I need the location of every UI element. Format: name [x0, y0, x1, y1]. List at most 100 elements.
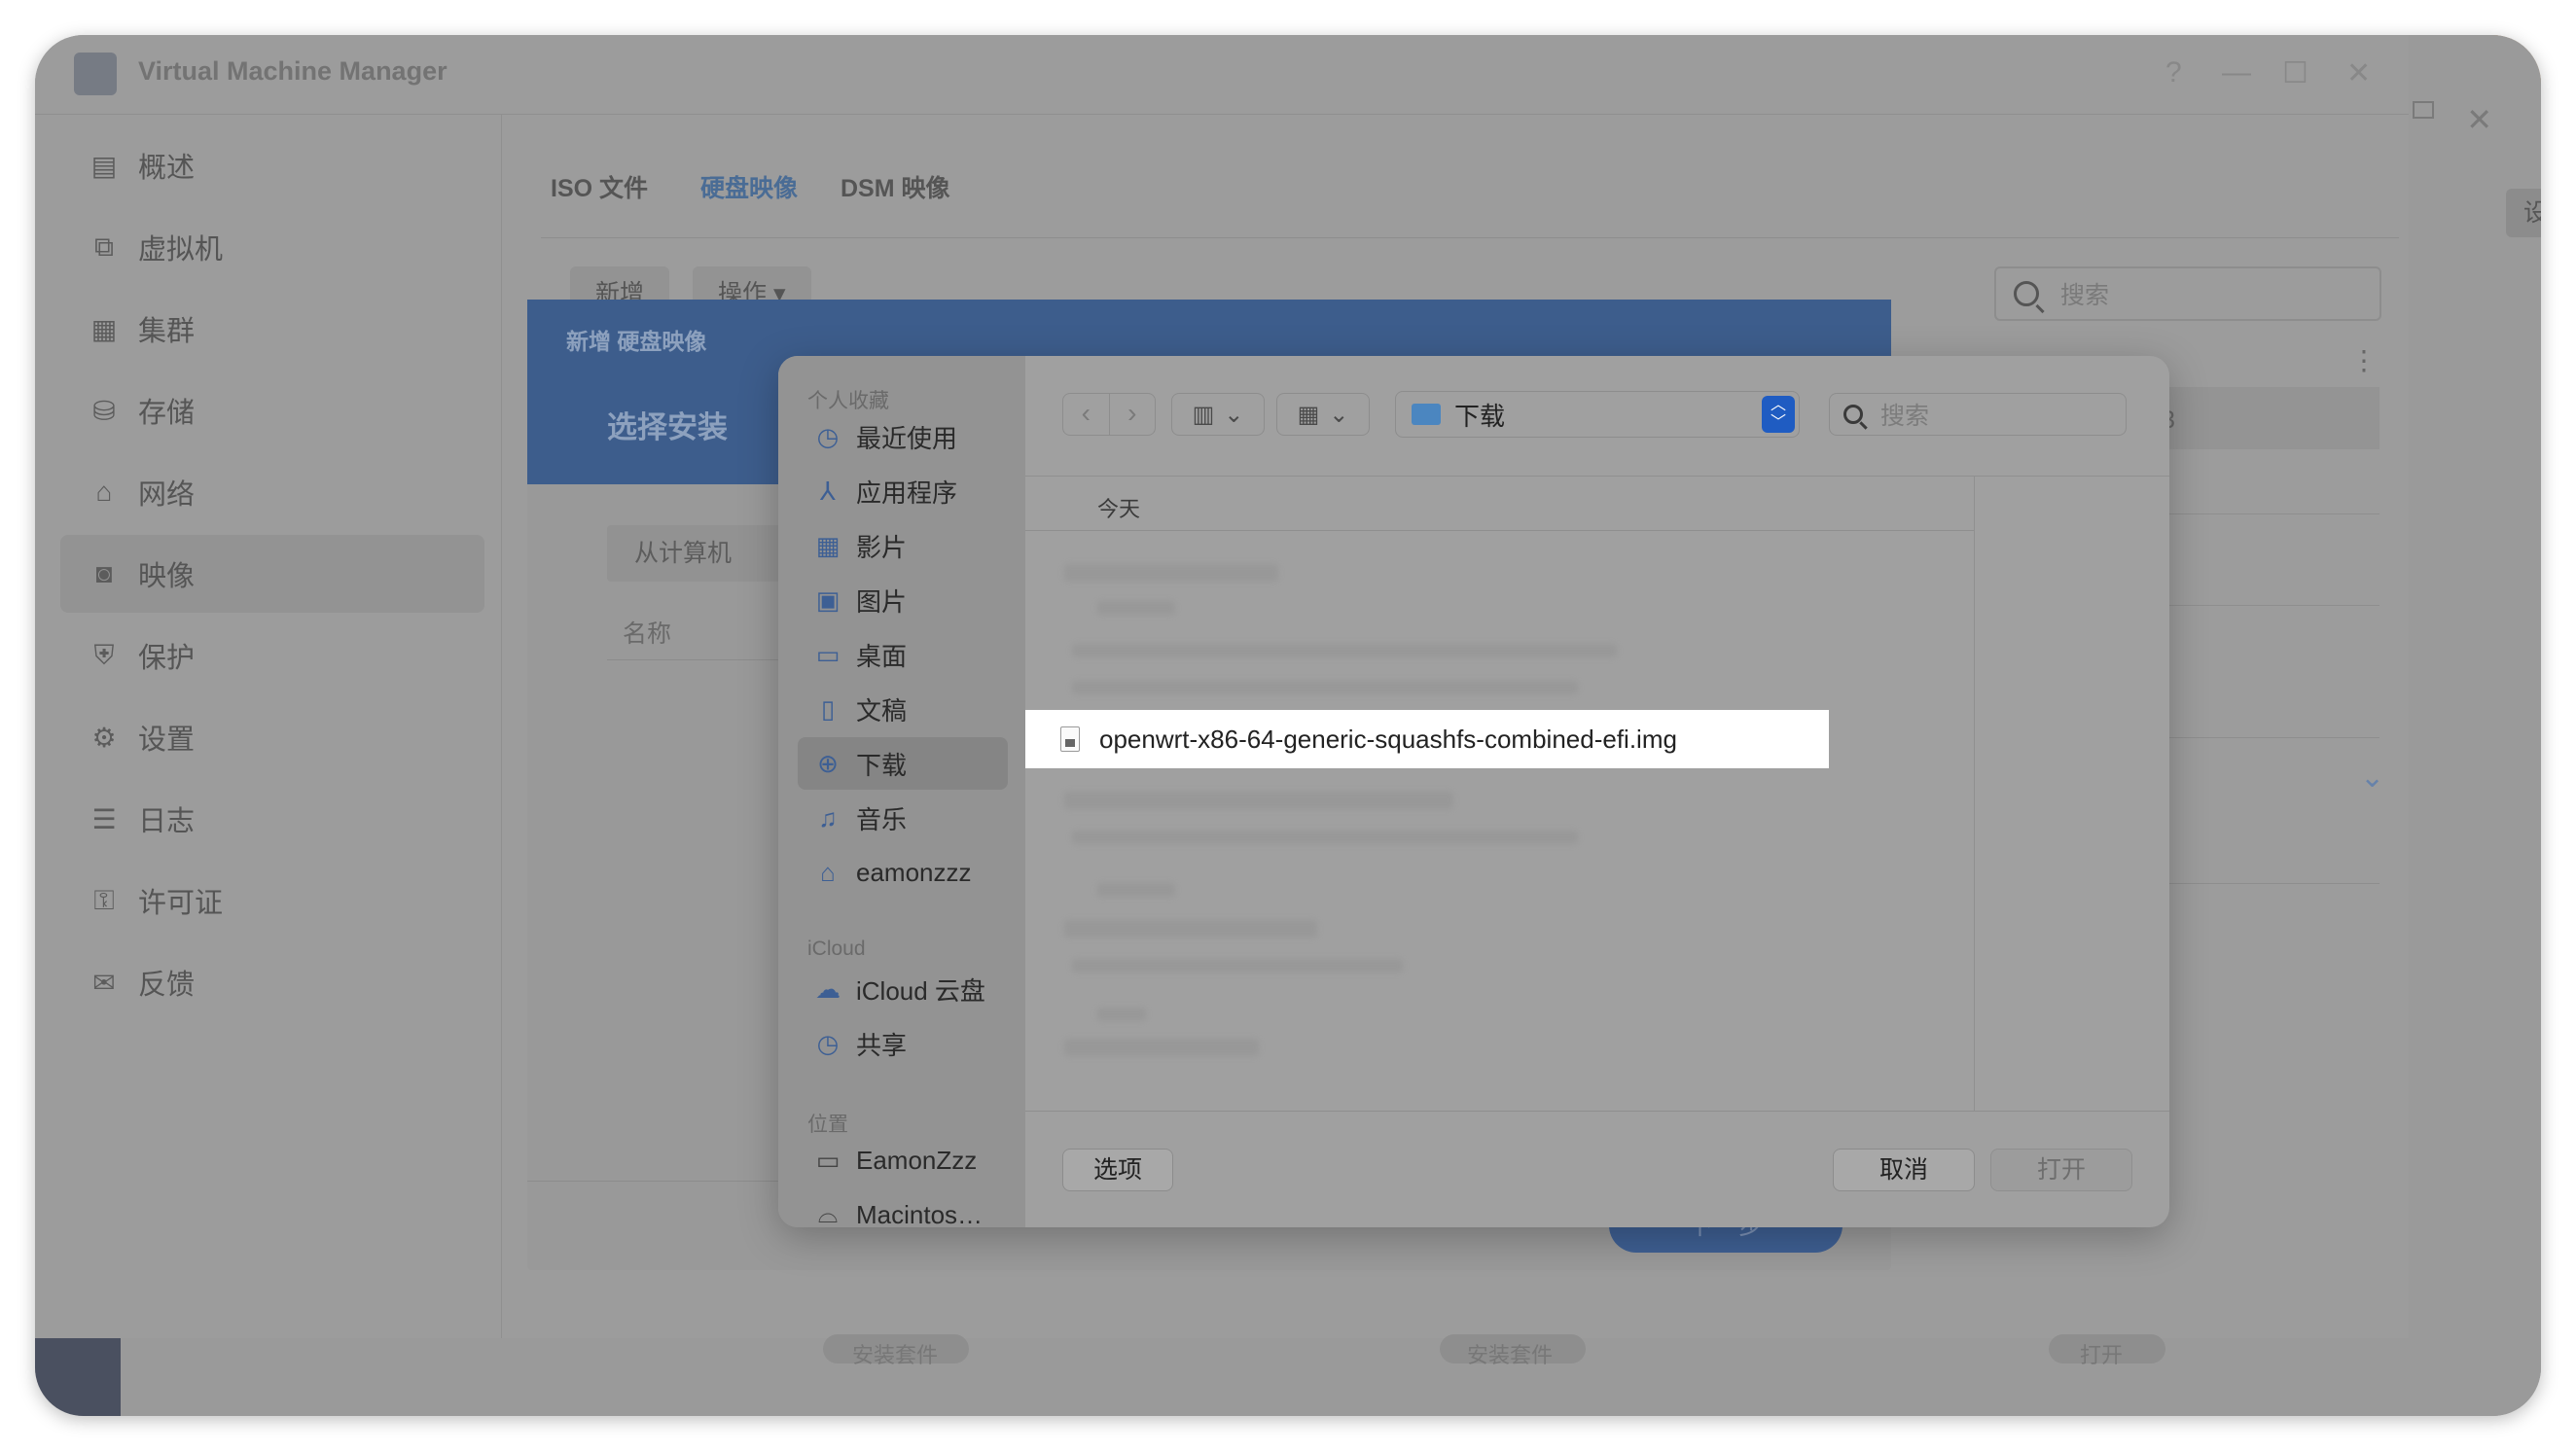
sidebar-item-computer[interactable]: ▭ EamonZzz [798, 1134, 1008, 1186]
options-button[interactable]: 选项 [1062, 1149, 1173, 1191]
name-label: 名称 [623, 620, 672, 648]
tab-iso[interactable]: ISO 文件 [551, 169, 648, 204]
sidebar-item-overview[interactable]: ▤ 概述 [60, 126, 484, 204]
sidebar-item-label: 图片 [856, 586, 908, 617]
list-item[interactable] [1064, 920, 1317, 938]
sidebar-item-cluster[interactable]: ▦ 集群 [60, 290, 484, 368]
group-view-button[interactable]: ▦ ⌄ [1276, 393, 1370, 436]
download-icon: ⊕ [817, 748, 839, 778]
list-item[interactable] [1064, 1039, 1259, 1056]
list-item-meta [1072, 831, 1578, 844]
sidebar-item-vm[interactable]: ⧉ 虚拟机 [60, 208, 484, 286]
location-popup[interactable]: 下载 ︿ ﹀ [1395, 391, 1800, 438]
dock-fragment [35, 1338, 121, 1416]
sidebar-item-icloud-drive[interactable]: ☁ iCloud 云盘 [798, 963, 1008, 1015]
maximize-icon[interactable] [2413, 101, 2434, 119]
columns-icon: ▥ [1192, 401, 1215, 428]
vm-icon: ⧉ [94, 230, 114, 262]
sidebar-item-label: 反馈 [138, 970, 196, 1001]
search-input[interactable]: 搜索 [1994, 266, 2381, 321]
list-item[interactable] [1064, 564, 1278, 582]
sidebar-item-label: 应用程序 [856, 478, 958, 508]
sidebar-item-downloads[interactable]: ⊕ 下载 [798, 737, 1008, 790]
sidebar-item-shared[interactable]: ◷ 共享 [798, 1017, 1008, 1070]
sidebar-item-music[interactable]: ♫ 音乐 [798, 792, 1008, 844]
sidebar-item-movies[interactable]: ▦ 影片 [798, 519, 1008, 572]
sidebar-item-home[interactable]: ⌂ eamonzzz [798, 846, 1008, 899]
sidebar-item-label: 保护 [138, 643, 196, 674]
sidebar-item-pictures[interactable]: ▣ 图片 [798, 574, 1008, 626]
group-header-label: 今天 [1097, 497, 1141, 521]
sidebar-item-label: eamonzzz [856, 857, 972, 887]
group-header: 今天 [1025, 477, 1974, 531]
panel-footer: 选项 取消 打开 [1025, 1111, 2169, 1227]
back-icon[interactable]: ‹ [1063, 394, 1110, 435]
storage-icon: ⛁ [92, 395, 116, 426]
sidebar-item-label: 共享 [856, 1030, 908, 1060]
column-view-button[interactable]: ▥ ⌄ [1171, 393, 1265, 436]
more-icon[interactable]: ⋮ [2350, 344, 2378, 376]
tab-dsm-image[interactable]: DSM 映像 [841, 169, 950, 204]
sidebar-item-storage[interactable]: ⛁ 存储 [60, 372, 484, 449]
maximize-icon[interactable]: ☐ [2282, 56, 2308, 90]
sidebar-item-recents[interactable]: ◷ 最近使用 [798, 410, 1008, 463]
sidebar-item-label: 设置 [138, 725, 196, 756]
image-icon: ◙ [95, 558, 113, 588]
cluster-icon: ▦ [90, 313, 118, 344]
cancel-button[interactable]: 取消 [1833, 1149, 1975, 1191]
tab-divider [541, 237, 2399, 238]
ghost-text: 打开 [2080, 1343, 2124, 1367]
sidebar-item-label: EamonZzz [856, 1145, 978, 1175]
sidebar-item-documents[interactable]: ▯ 文稿 [798, 683, 1008, 735]
vmm-window: Virtual Machine Manager ? — ☐ ✕ ▤ 概述 ⧉ 虚… [35, 35, 2409, 1367]
sidebar-item-license[interactable]: ⚿ 许可证 [60, 862, 484, 939]
sidebar-item-label: 存储 [138, 398, 196, 429]
wizard-title: 选择安装 [607, 410, 728, 444]
sidebar-item-label: 下载 [856, 750, 908, 780]
settings-button[interactable]: 设置 [2506, 189, 2541, 237]
close-icon[interactable]: ✕ [2466, 101, 2492, 138]
sidebar-item-label: Macintos… [856, 1199, 984, 1228]
folder-icon [1412, 404, 1441, 425]
open-button[interactable]: 打开 [1990, 1149, 2132, 1191]
document-icon: ▯ [820, 693, 836, 724]
sidebar-item-disk[interactable]: ⌓ Macintos… [798, 1188, 1008, 1227]
sidebar-item-label: 映像 [138, 561, 196, 592]
selected-file-row[interactable]: openwrt-x86-64-generic-squashfs-combined… [1025, 710, 1829, 768]
minimize-icon[interactable]: — [2222, 56, 2251, 89]
sidebar-item-applications[interactable]: ⅄ 应用程序 [798, 465, 1008, 517]
panel-main: ‹ › ▥ ⌄ ▦ ⌄ 下载 ︿ ﹀ 搜索 今天 openwrt-x86-64-… [1025, 356, 2169, 1227]
apps-icon: ⅄ [820, 476, 836, 506]
sidebar-item-feedback[interactable]: ✉ 反馈 [60, 943, 484, 1021]
chevron-double-down-icon[interactable]: ⌄ [2360, 761, 2384, 795]
list-item[interactable] [1064, 792, 1453, 809]
tab-disk-image[interactable]: 硬盘映像 [700, 169, 798, 204]
sidebar-item-protection[interactable]: ⛨ 保护 [60, 617, 484, 694]
help-icon[interactable]: ? [2165, 56, 2182, 89]
panel-search-input[interactable]: 搜索 [1829, 393, 2127, 436]
table-row[interactable] [2156, 387, 2379, 449]
sidebar-item-network[interactable]: ⌂ 网络 [60, 453, 484, 531]
wizard-subtitle: 新增 硬盘映像 [566, 329, 707, 354]
disk-image-icon [1060, 726, 1080, 752]
panel-sidebar: 个人收藏 ◷ 最近使用 ⅄ 应用程序 ▦ 影片 ▣ 图片 ▭ 桌面 ▯ 文稿 ⊕… [778, 356, 1025, 1227]
clock-icon: ◷ [816, 421, 840, 451]
log-icon: ☰ [91, 803, 117, 834]
sidebar-item-image[interactable]: ◙ 映像 [60, 535, 484, 613]
cloud-icon: ☁ [815, 973, 841, 1004]
sidebar-item-label: iCloud 云盘 [856, 975, 985, 1006]
close-icon[interactable]: ✕ [2346, 56, 2371, 90]
sidebar-item-desktop[interactable]: ▭ 桌面 [798, 628, 1008, 681]
forward-icon[interactable]: › [1110, 394, 1156, 435]
photo-icon: ▣ [815, 584, 841, 615]
sidebar-item-settings[interactable]: ⚙ 设置 [60, 698, 484, 776]
mail-icon: ✉ [92, 967, 116, 998]
computer-icon: ▭ [815, 1145, 841, 1175]
divider [2156, 737, 2379, 738]
sidebar-item-label: 桌面 [856, 641, 908, 671]
search-icon [1843, 405, 1863, 424]
home-icon: ⌂ [820, 857, 836, 887]
list-item-meta [1072, 959, 1403, 973]
desktop-icon: ▭ [815, 639, 841, 669]
sidebar-item-log[interactable]: ☰ 日志 [60, 780, 484, 858]
